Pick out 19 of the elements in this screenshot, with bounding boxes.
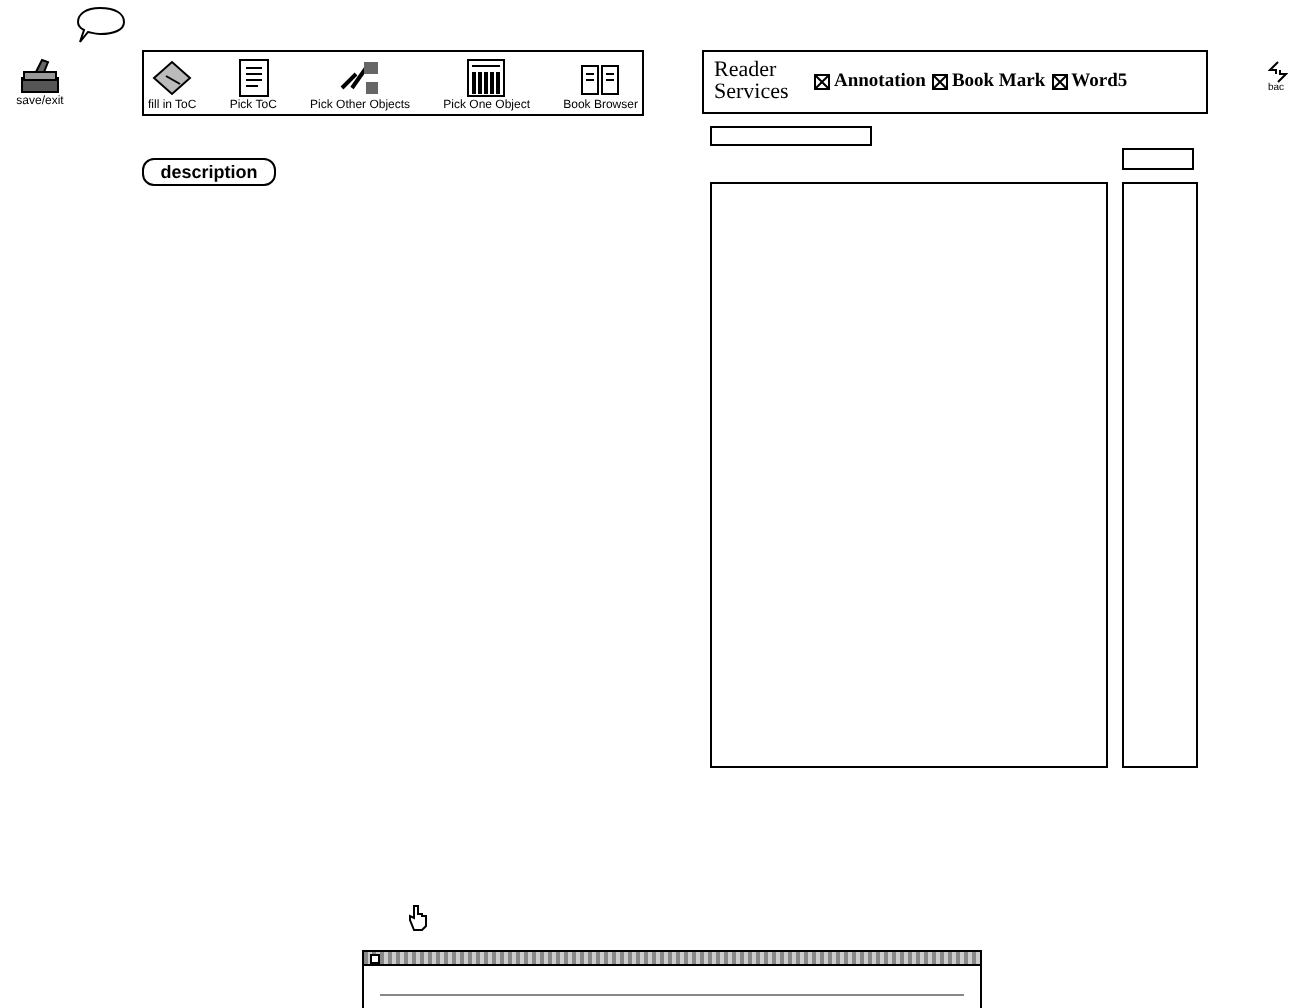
arrows-icon (1268, 60, 1288, 84)
hand-cursor-icon (406, 904, 430, 932)
stack-icon (18, 56, 62, 96)
speech-bubble-icon (76, 6, 126, 46)
checkbox-label: Book Mark (951, 69, 1046, 96)
close-box[interactable] (370, 954, 380, 964)
checkbox-label: Word5 (1071, 69, 1128, 96)
bookshelf-icon (466, 58, 507, 98)
document-icon (237, 58, 270, 98)
text-area[interactable] (1122, 182, 1198, 768)
checkbox[interactable] (1051, 74, 1068, 90)
panel-title: Reader Services (714, 60, 791, 104)
checkbox[interactable] (931, 74, 948, 90)
description-button[interactable]: description (142, 158, 276, 186)
checkbox-label: Annotation (834, 69, 926, 96)
open-book-icon (580, 62, 621, 98)
checkbox[interactable] (814, 74, 830, 90)
input-field[interactable] (710, 126, 872, 146)
input-field[interactable] (1122, 148, 1194, 170)
